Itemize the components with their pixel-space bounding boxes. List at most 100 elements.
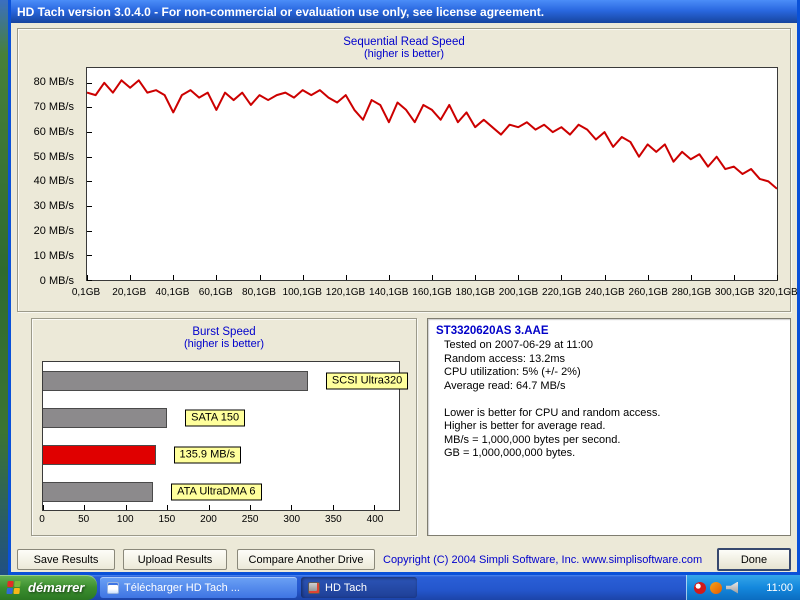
x-tick-label: 220,1GB: [542, 287, 581, 298]
y-tick-mark: [87, 107, 92, 108]
x-tick-mark: [389, 275, 390, 280]
taskbar-task-button[interactable]: HD Tach: [301, 577, 417, 598]
burst-x-tick-mark: [84, 505, 85, 510]
burst-x-tick-label: 350: [325, 514, 342, 525]
x-tick-mark: [216, 275, 217, 280]
x-tick-mark: [777, 275, 778, 280]
x-tick-mark: [648, 275, 649, 280]
info-line: GB = 1,000,000,000 bytes.: [428, 447, 790, 461]
burst-x-tick-mark: [209, 505, 210, 510]
x-tick-mark: [346, 275, 347, 280]
copyright-text: Copyright (C) 2004 Simpli Software, Inc.…: [383, 554, 702, 566]
burst-speed-panel: Burst Speed (higher is better) SCSI Ultr…: [31, 318, 417, 536]
burst-bar: [43, 445, 156, 465]
x-tick-label: 180,1GB: [456, 287, 495, 298]
info-line: Average read: 64.7 MB/s: [428, 380, 790, 394]
y-tick-mark: [87, 181, 92, 182]
burst-x-tick-label: 150: [159, 514, 176, 525]
messenger-tray-icon[interactable]: [710, 582, 722, 594]
start-button[interactable]: démarrer: [0, 575, 97, 600]
titlebar[interactable]: HD Tach version 3.0.4.0 - For non-commer…: [11, 0, 797, 23]
task-label: Télécharger HD Tach ...: [124, 582, 240, 594]
y-tick-label: 70 MB/s: [34, 101, 74, 113]
info-line: Random access: 13.2ms: [428, 353, 790, 367]
burst-bar: [43, 408, 167, 428]
task-label: HD Tach: [325, 582, 367, 594]
x-tick-label: 100,1GB: [283, 287, 322, 298]
y-tick-mark: [87, 83, 92, 84]
upload-results-button[interactable]: Upload Results: [123, 549, 227, 570]
burst-bar: [43, 482, 153, 502]
compare-another-drive-button[interactable]: Compare Another Drive: [237, 549, 375, 570]
y-tick-mark: [87, 157, 92, 158]
sequential-read-panel: Sequential Read Speed (higher is better)…: [17, 28, 791, 312]
x-tick-label: 280,1GB: [672, 287, 711, 298]
burst-x-tick-mark: [167, 505, 168, 510]
x-tick-label: 300,1GB: [715, 287, 754, 298]
drive-info-lines: Tested on 2007-06-29 at 11:00Random acce…: [428, 339, 790, 461]
x-tick-label: 260,1GB: [629, 287, 668, 298]
burst-x-tick-label: 50: [78, 514, 89, 525]
sequential-plot-area: [86, 67, 778, 281]
burst-x-axis: 050100150200250300350400: [42, 514, 400, 528]
hdtach-window: HD Tach version 3.0.4.0 - For non-commer…: [8, 0, 800, 575]
burst-bar-label: SATA 150: [185, 409, 245, 426]
x-tick-label: 60,1GB: [199, 287, 233, 298]
drive-info-panel: ST3320620AS 3.AAE Tested on 2007-06-29 a…: [427, 318, 791, 536]
burst-x-tick-label: 0: [39, 514, 45, 525]
sequential-chart-subtitle: (higher is better): [18, 48, 790, 60]
y-tick-mark: [87, 231, 92, 232]
burst-x-tick-mark: [333, 505, 334, 510]
burst-plot-area: SCSI Ultra320SATA 150135.9 MB/sATA Ultra…: [42, 361, 400, 511]
burst-x-tick-mark: [374, 505, 375, 510]
info-line: CPU utilization: 5% (+/- 2%): [428, 366, 790, 380]
x-tick-mark: [605, 275, 606, 280]
burst-x-tick-mark: [43, 505, 44, 510]
read-speed-line: [87, 80, 777, 188]
y-tick-label: 40 MB/s: [34, 175, 74, 187]
x-tick-label: 320,1GB: [758, 287, 797, 298]
taskbar-task-button[interactable]: Télécharger HD Tach ...: [100, 577, 297, 598]
windows-flag-icon: [6, 581, 22, 595]
info-line: [428, 393, 790, 407]
drive-model: ST3320620AS 3.AAE: [428, 319, 790, 339]
y-tick-label: 80 MB/s: [34, 76, 74, 88]
x-tick-label: 200,1GB: [499, 287, 538, 298]
volume-tray-icon[interactable]: [726, 582, 738, 594]
sequential-chart-title: Sequential Read Speed: [18, 36, 790, 48]
info-line: MB/s = 1,000,000 bytes per second.: [428, 434, 790, 448]
x-tick-mark: [303, 275, 304, 280]
burst-bar-label: 135.9 MB/s: [174, 446, 242, 463]
x-tick-label: 0,1GB: [72, 287, 100, 298]
save-results-button[interactable]: Save Results: [17, 549, 115, 570]
burst-x-tick-mark: [291, 505, 292, 510]
y-tick-mark: [87, 255, 92, 256]
info-line: Tested on 2007-06-29 at 11:00: [428, 339, 790, 353]
info-line: Lower is better for CPU and random acces…: [428, 407, 790, 421]
x-tick-mark: [173, 275, 174, 280]
x-tick-label: 40,1GB: [156, 287, 190, 298]
system-tray: 11:00: [686, 575, 800, 600]
done-button[interactable]: Done: [717, 548, 791, 571]
x-tick-mark: [432, 275, 433, 280]
x-tick-mark: [87, 275, 88, 280]
burst-x-tick-mark: [126, 505, 127, 510]
sequential-y-axis: 80 MB/s70 MB/s60 MB/s50 MB/s40 MB/s30 MB…: [18, 67, 82, 281]
sequential-x-axis: 0,1GB20,1GB40,1GB60,1GB80,1GB100,1GB120,…: [86, 287, 778, 303]
x-tick-mark: [260, 275, 261, 280]
burst-bar: [43, 371, 308, 391]
y-tick-mark: [87, 132, 92, 133]
clock: 11:00: [766, 582, 793, 594]
x-tick-mark: [518, 275, 519, 280]
burst-x-tick-label: 200: [200, 514, 217, 525]
read-speed-chart: [87, 68, 777, 280]
window-title: HD Tach version 3.0.4.0 - For non-commer…: [17, 5, 544, 19]
y-tick-label: 10 MB/s: [34, 250, 74, 262]
ati-tray-icon[interactable]: [694, 582, 706, 594]
x-tick-mark: [691, 275, 692, 280]
y-tick-label: 30 MB/s: [34, 200, 74, 212]
y-tick-mark: [87, 206, 92, 207]
info-line: Higher is better for average read.: [428, 420, 790, 434]
x-tick-mark: [475, 275, 476, 280]
y-tick-mark: [87, 280, 92, 281]
